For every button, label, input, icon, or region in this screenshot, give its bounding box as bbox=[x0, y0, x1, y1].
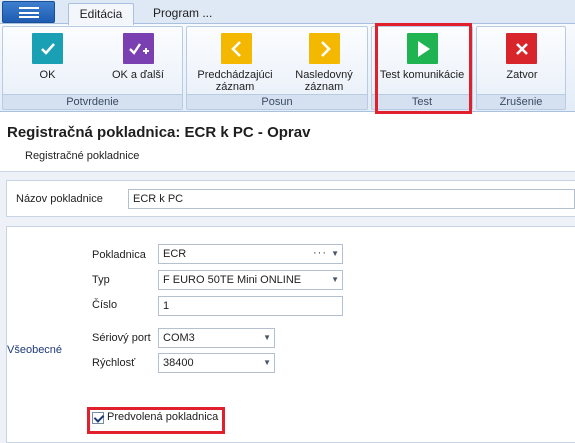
cislo-label: Číslo bbox=[92, 299, 118, 311]
speed-label: Rýchlosť bbox=[92, 357, 136, 369]
page-title: Registračná pokladnica: ECR k PC - Oprav bbox=[7, 124, 311, 141]
section-label-vseobecne: Všeobecné bbox=[7, 344, 63, 356]
close-button[interactable]: Zatvor bbox=[480, 31, 564, 91]
group-zrusenie: Zatvor Zrušenie bbox=[476, 26, 566, 110]
speed-select[interactable]: 38400 ▼ bbox=[158, 353, 275, 373]
checkmark-icon bbox=[32, 33, 63, 64]
ok-button[interactable]: OK bbox=[5, 31, 90, 91]
typ-label: Typ bbox=[92, 274, 110, 286]
name-input[interactable]: ECR k PC bbox=[128, 189, 575, 209]
page-subtitle: Registračné pokladnice bbox=[25, 150, 140, 162]
close-x-icon bbox=[506, 33, 537, 64]
ellipsis-icon[interactable]: ··· bbox=[313, 244, 327, 262]
group-label-potvrdenie: Potvrdenie bbox=[3, 94, 182, 109]
ok-label: OK bbox=[39, 69, 56, 81]
chevron-down-icon[interactable]: ▼ bbox=[263, 329, 271, 347]
port-label: Sériový port bbox=[92, 332, 151, 344]
next-record-label: Nasledovný záznam bbox=[283, 69, 365, 93]
previous-record-button[interactable]: Predchádzajúci záznam bbox=[191, 31, 279, 93]
pokladnica-select[interactable]: ECR ··· ▼ bbox=[158, 244, 343, 264]
port-select[interactable]: COM3 ▼ bbox=[158, 328, 275, 348]
name-label: Názov pokladnice bbox=[16, 193, 103, 205]
test-communication-button[interactable]: Test komunikácie bbox=[375, 31, 469, 91]
chevron-left-icon bbox=[221, 33, 252, 64]
hamburger-icon bbox=[19, 7, 39, 18]
cislo-input[interactable]: 1 bbox=[158, 296, 343, 316]
group-label-test: Test bbox=[372, 94, 472, 109]
play-icon bbox=[407, 33, 438, 64]
ribbon: OK OK a ďalší Potvrdenie Predchádzajúci … bbox=[0, 24, 575, 112]
next-record-label-line2: záznam bbox=[304, 81, 344, 93]
checkmark-plus-icon bbox=[123, 33, 154, 64]
chevron-down-icon[interactable]: ▼ bbox=[263, 354, 271, 372]
group-posun: Predchádzajúci záznam Nasledovný záznam … bbox=[186, 26, 368, 110]
group-potvrdenie: OK OK a ďalší Potvrdenie bbox=[2, 26, 183, 110]
previous-record-label-line1: Predchádzajúci bbox=[197, 69, 273, 81]
ok-next-label: OK a ďalší bbox=[111, 69, 164, 81]
checkbox-check-icon[interactable] bbox=[92, 412, 104, 424]
tab-editacia[interactable]: Editácia bbox=[68, 3, 134, 25]
pokladnica-value: ECR bbox=[163, 248, 187, 260]
group-label-zrusenie: Zrušenie bbox=[477, 94, 565, 109]
close-label: Zatvor bbox=[506, 69, 538, 81]
next-record-label-line1: Nasledovný bbox=[295, 69, 353, 81]
pokladnica-label: Pokladnica bbox=[92, 249, 146, 261]
group-label-posun: Posun bbox=[187, 94, 367, 109]
chevron-down-icon[interactable]: ▼ bbox=[331, 245, 339, 263]
previous-record-label-line2: záznam bbox=[215, 81, 255, 93]
tab-program[interactable]: Program ... bbox=[139, 3, 226, 25]
previous-record-label: Predchádzajúci záznam bbox=[191, 69, 279, 93]
app-menu-button[interactable] bbox=[2, 1, 55, 23]
tab-strip: Editácia Program ... bbox=[0, 0, 575, 25]
typ-select[interactable]: F EURO 50TE Mini ONLINE ▼ bbox=[158, 270, 343, 290]
ok-next-button[interactable]: OK a ďalší bbox=[95, 31, 181, 91]
group-test: Test komunikácie Test bbox=[371, 26, 473, 110]
chevron-down-icon[interactable]: ▼ bbox=[331, 271, 339, 289]
chevron-right-icon bbox=[309, 33, 340, 64]
port-value: COM3 bbox=[163, 332, 195, 344]
speed-value: 38400 bbox=[163, 357, 194, 369]
test-communication-label: Test komunikácie bbox=[379, 69, 465, 81]
default-register-label: Predvolená pokladnica bbox=[107, 411, 219, 423]
typ-value: F EURO 50TE Mini ONLINE bbox=[163, 274, 302, 286]
next-record-button[interactable]: Nasledovný záznam bbox=[283, 31, 365, 93]
